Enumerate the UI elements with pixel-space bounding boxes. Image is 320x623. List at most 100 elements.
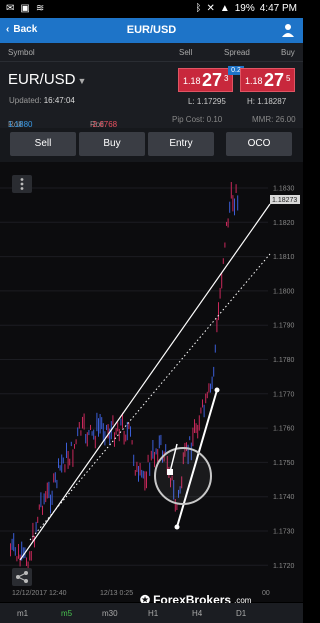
user-icon[interactable]	[282, 23, 294, 37]
candle	[34, 535, 35, 548]
candle	[99, 414, 101, 434]
candle	[83, 413, 85, 430]
y-tick-label: 1.1780	[273, 357, 295, 364]
candle	[194, 419, 195, 433]
candle	[154, 451, 155, 468]
candle	[13, 533, 15, 552]
magnifier-handle[interactable]	[154, 447, 212, 505]
candle	[53, 473, 55, 483]
candle	[150, 450, 152, 461]
candle	[48, 481, 50, 499]
chart-canvas[interactable]: 1.1830 1.1820 1.1810 1.1800 1.1790 1.1780 1.17…	[0, 162, 303, 602]
updated-time: Updated: 16:47:04	[9, 96, 75, 105]
candle	[40, 492, 42, 508]
y-tick-label: 1.1790	[273, 323, 295, 330]
candle	[38, 504, 40, 510]
tf-h4[interactable]: H4	[192, 609, 202, 618]
image-icon: ▣	[20, 3, 30, 14]
y-tick-label: 1.1800	[273, 288, 295, 295]
page-title: EUR/USD	[126, 24, 177, 36]
share-button[interactable]	[12, 568, 32, 586]
candle	[35, 521, 37, 533]
high-price: H: 1.18287	[247, 97, 287, 106]
candle	[200, 407, 202, 414]
candle	[45, 491, 47, 503]
candles	[10, 182, 239, 573]
column-headers: Symbol Sell Spread Buy	[0, 43, 303, 61]
sell-price-button[interactable]: 1.18 27 3	[178, 68, 233, 92]
candle	[29, 551, 31, 561]
trend-line-2-start-handle[interactable]	[174, 524, 180, 530]
candle	[160, 434, 162, 446]
candle	[101, 417, 103, 430]
price-chart[interactable]: 1.1830 1.1820 1.1810 1.1800 1.1790 1.1780 1.17…	[0, 162, 303, 602]
candle	[139, 462, 141, 476]
candle	[90, 424, 91, 430]
candle	[142, 470, 144, 479]
chart-menu-button[interactable]	[12, 175, 32, 193]
trend-line-1[interactable]	[19, 203, 271, 561]
candle	[232, 195, 234, 212]
candle	[218, 302, 219, 321]
buy-price-button[interactable]: 1.18 27 5	[240, 68, 295, 92]
candle	[224, 242, 226, 248]
candle	[144, 471, 146, 491]
candle	[56, 479, 58, 489]
tf-d1[interactable]: D1	[236, 609, 246, 618]
candle	[213, 366, 215, 377]
signal-icon: ▲	[219, 3, 230, 14]
tf-m5[interactable]: m5	[61, 609, 72, 618]
candle	[222, 258, 224, 264]
candle	[91, 431, 93, 436]
y-tick-label: 1.1760	[273, 426, 295, 433]
low-price: L: 1.17295	[188, 97, 226, 106]
oco-button[interactable]: OCO	[226, 132, 292, 156]
candle	[66, 442, 67, 458]
candle	[117, 422, 119, 432]
tf-m30[interactable]: m30	[102, 609, 118, 618]
candle	[54, 472, 56, 483]
bluetooth-icon: ᛒ	[195, 3, 202, 14]
candle	[237, 195, 239, 211]
candle	[152, 440, 154, 459]
candle	[210, 383, 211, 393]
candle	[72, 449, 74, 467]
candle	[130, 426, 131, 437]
y-tick-label: 1.1720	[273, 563, 295, 570]
candle	[192, 427, 194, 447]
sell-price-small: 1.18	[183, 76, 201, 86]
candle	[234, 198, 235, 216]
candle	[37, 516, 39, 523]
symbol-selector[interactable]: EUR/USD ▼	[8, 71, 86, 88]
candle	[80, 430, 82, 436]
updated-value: 16:47:04	[43, 96, 75, 105]
buy-price-sup: 5	[286, 74, 291, 83]
candle	[86, 432, 88, 447]
candle	[46, 482, 48, 499]
tf-m1[interactable]: m1	[17, 609, 28, 618]
buy-button[interactable]: Buy	[79, 132, 145, 156]
tf-h1[interactable]: H1	[148, 609, 158, 618]
candle	[10, 543, 11, 557]
candle	[77, 427, 79, 437]
trend-line-2-end-handle[interactable]	[214, 387, 220, 393]
sell-button[interactable]: Sell	[10, 132, 76, 156]
candle	[221, 273, 223, 289]
buy-price-big: 27	[264, 70, 285, 90]
sell-price-sup: 3	[224, 74, 229, 83]
col-sell: Sell	[179, 48, 193, 57]
candle	[216, 318, 218, 333]
candle	[158, 435, 160, 449]
entry-button[interactable]: Entry	[148, 132, 214, 156]
candle	[120, 418, 122, 426]
candle	[131, 440, 133, 445]
candle	[32, 522, 34, 542]
candle	[78, 422, 80, 429]
candle	[18, 544, 19, 559]
pip-cost: Pip Cost: 0.10	[172, 115, 223, 124]
candle	[128, 422, 130, 430]
candle	[96, 412, 98, 432]
symbol-name: EUR/USD	[8, 71, 76, 88]
buy-price-small: 1.18	[245, 76, 263, 86]
candle	[155, 448, 157, 455]
